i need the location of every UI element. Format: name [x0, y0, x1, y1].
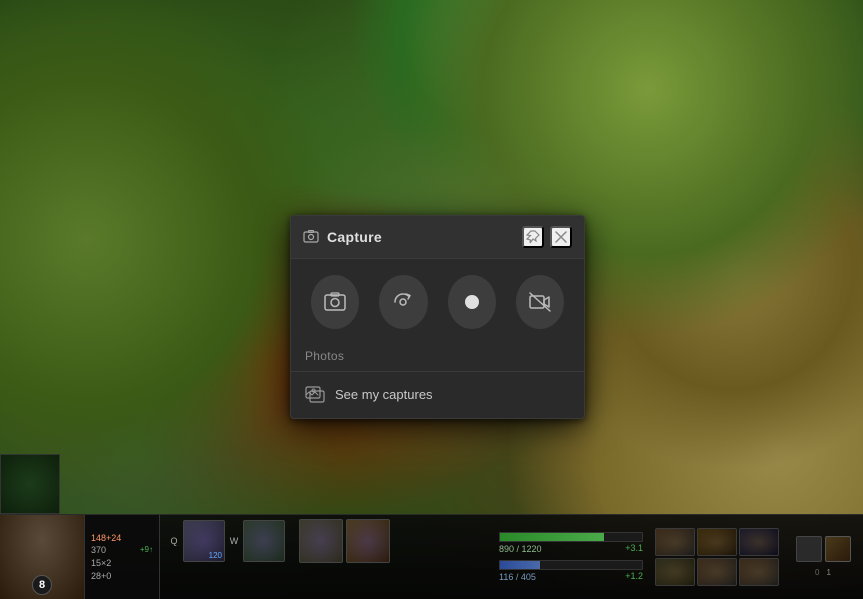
capture-popup: Capture [290, 215, 585, 419]
capture-header-icon [303, 229, 319, 245]
mana-bar-fill [500, 561, 540, 569]
health-bar-track [499, 532, 643, 542]
hero-stats-panel: 148+24 370 +9↑ 15×2 28+0 [85, 515, 160, 599]
hero-portrait: 8 [0, 515, 85, 599]
ability-box-w[interactable] [243, 520, 285, 562]
pin-button[interactable] [522, 226, 544, 248]
item-charges: 0 [813, 566, 821, 579]
hero-level: 8 [32, 575, 52, 595]
ability-row: Q 120 W [168, 519, 483, 563]
item-slot-4[interactable] [655, 558, 695, 586]
hud-bottom-bar: 8 148+24 370 +9↑ 15×2 28+0 Q 120 W [0, 514, 863, 599]
health-value: 890 / 1220 [499, 544, 542, 554]
photos-section-label: Photos [291, 345, 584, 371]
items-panel [651, 515, 783, 599]
stat-val-3: 15×2 [91, 557, 111, 570]
replay-button[interactable] [379, 275, 427, 329]
stat-val-4: 28+0 [91, 570, 111, 583]
capture-buttons-row [291, 259, 584, 345]
item-slot-6[interactable] [739, 558, 779, 586]
mana-regen: +1.2 [625, 571, 643, 582]
capture-titlebar: Capture [291, 216, 584, 259]
titlebar-actions [522, 226, 572, 248]
health-mana-bars: 890 / 1220 +3.1 116 / 405 +1.2 [491, 515, 651, 599]
see-captures-row[interactable]: See my captures [291, 374, 584, 418]
health-bar-fill [500, 533, 604, 541]
item-row-top [655, 528, 779, 556]
stat-bonus-2: +9↑ [140, 544, 153, 557]
ability-key-q: Q [168, 536, 180, 546]
ability-key-w: W [228, 536, 240, 546]
ability-box-r[interactable] [346, 519, 390, 563]
tp-slot[interactable] [796, 536, 822, 562]
item-slot-2[interactable] [697, 528, 737, 556]
capture-divider [291, 371, 584, 372]
ability-box-e[interactable] [299, 519, 343, 563]
item-slot-5[interactable] [697, 558, 737, 586]
mana-bar-track [499, 560, 643, 570]
item-slot-1[interactable] [655, 528, 695, 556]
item-row-bottom [655, 558, 779, 586]
gold-count: 1 [825, 566, 833, 579]
stat-val-2: 370 [91, 544, 106, 557]
close-button[interactable] [550, 226, 572, 248]
stat-line-4: 28+0 [91, 570, 153, 583]
neutral-item-slot[interactable] [825, 536, 851, 562]
stat-val-1: 148+24 [91, 532, 121, 545]
mana-q: 120 [209, 551, 222, 560]
gallery-icon [305, 384, 325, 404]
mana-bar-container: 116 / 405 +1.2 [499, 560, 643, 582]
stat-line-1: 148+24 [91, 532, 153, 545]
screenshot-button[interactable] [311, 275, 359, 329]
webcam-off-button[interactable] [516, 275, 564, 329]
hud-right-panel: 0 1 [783, 515, 863, 599]
item-slot-3[interactable] [739, 528, 779, 556]
ability-box-q[interactable]: 120 [183, 520, 225, 562]
minimap [0, 454, 60, 514]
mana-value: 116 / 405 [499, 572, 536, 582]
record-dot [465, 295, 479, 309]
health-bar-container: 890 / 1220 +3.1 [499, 532, 643, 554]
see-captures-text: See my captures [335, 387, 433, 402]
stat-line-3: 15×2 [91, 557, 153, 570]
capture-title: Capture [327, 229, 514, 245]
record-button[interactable] [448, 275, 496, 329]
abilities-panel: Q 120 W [160, 515, 491, 599]
health-regen: +3.1 [625, 543, 643, 554]
stat-line-2: 370 +9↑ [91, 544, 153, 557]
